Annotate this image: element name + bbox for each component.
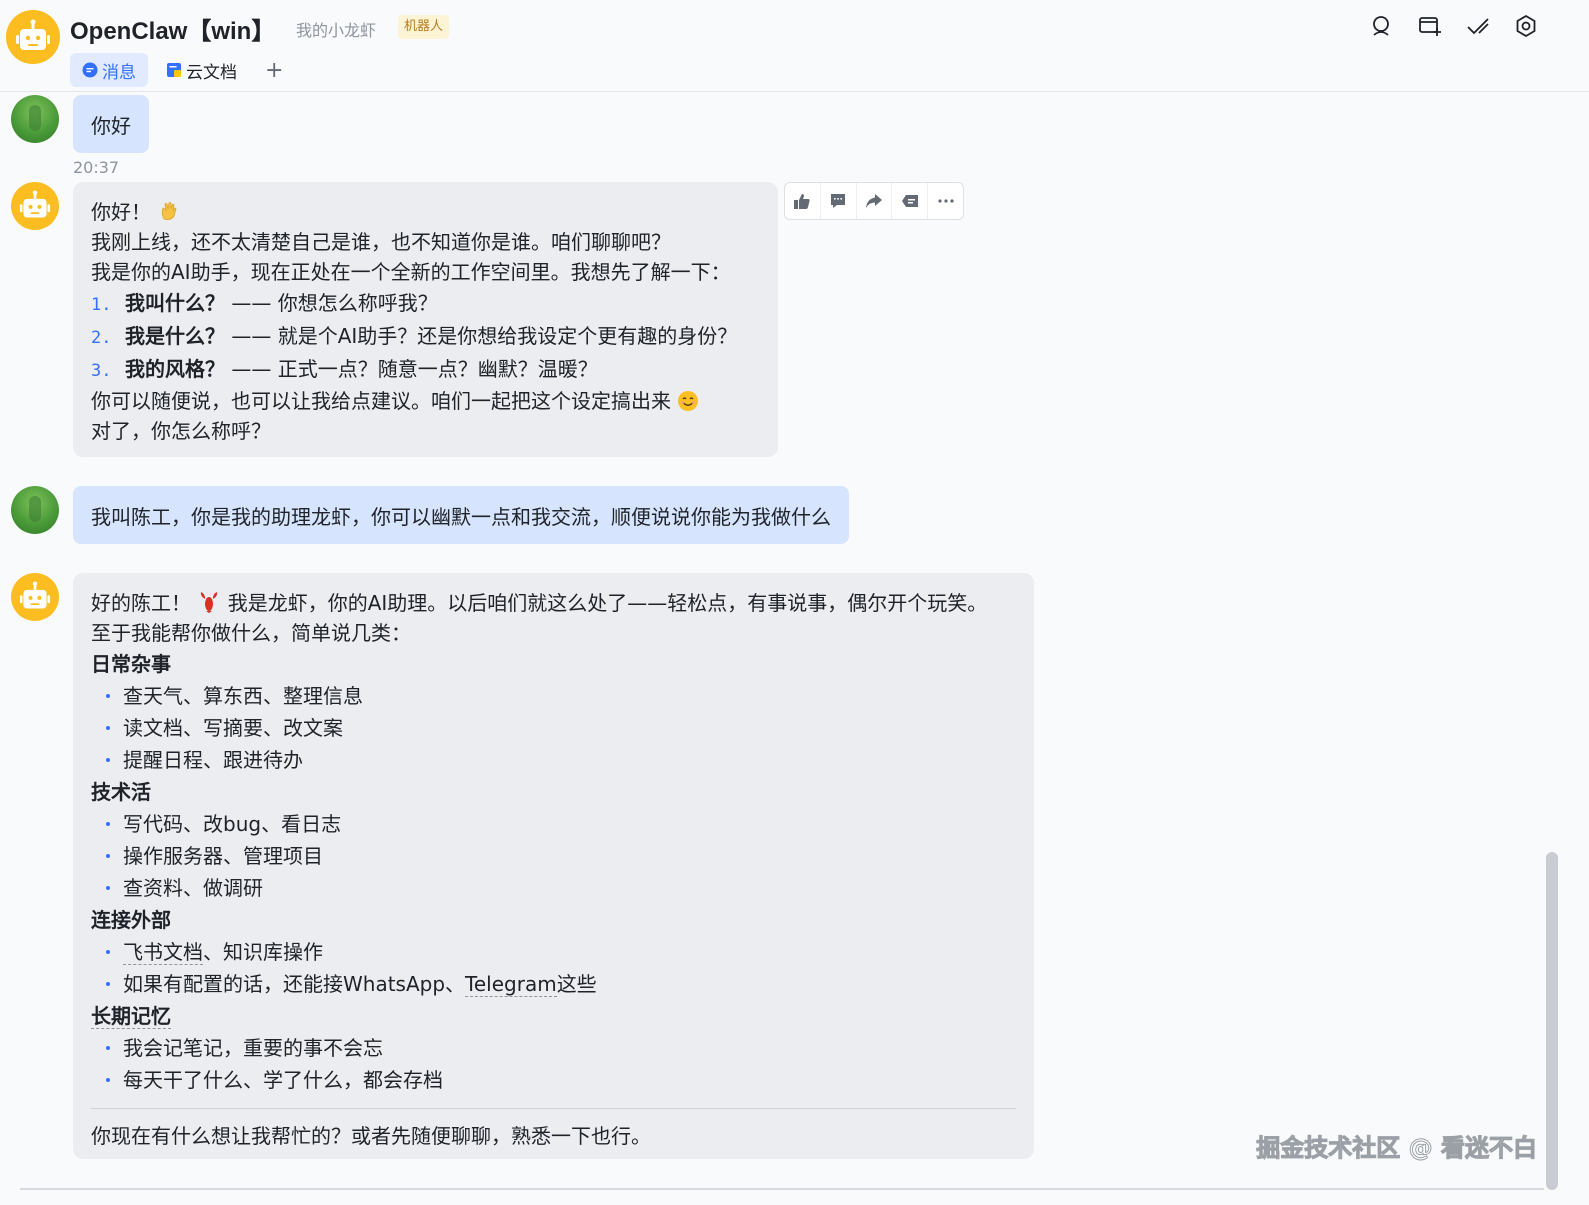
add-window-button[interactable] <box>1417 12 1443 40</box>
message-line: 对了，你怎么称呼？ <box>91 419 271 443</box>
user-avatar[interactable] <box>11 95 59 143</box>
check-edit-button[interactable] <box>1465 12 1491 40</box>
message-text: 好的陈工！ <box>91 591 191 615</box>
comment-button[interactable] <box>821 183 857 219</box>
list-item-text: 如果有配置的话，还能接WhatsApp、 <box>123 972 466 996</box>
bot-avatar[interactable] <box>6 10 60 64</box>
reply-icon <box>901 195 918 207</box>
divider <box>91 1108 1016 1109</box>
item-bold: 我叫什么？ <box>125 291 225 315</box>
watermark: 掘金技术社区 @ 看迷不白 <box>1256 1134 1538 1163</box>
message-action-toolbar <box>784 182 964 220</box>
divider <box>20 1188 1544 1190</box>
message-icon <box>82 62 98 78</box>
settings-button[interactable] <box>1513 12 1539 40</box>
comment-icon <box>831 194 846 208</box>
header-actions <box>1369 12 1539 40</box>
message-line: 你好！ <box>91 197 760 227</box>
numbered-item: 1. 我叫什么？ —— 你想怎么称呼我？ <box>91 287 760 320</box>
more-icon <box>937 199 954 203</box>
smile-emoji-icon <box>677 389 699 413</box>
check-edit-icon <box>1467 18 1489 35</box>
robot-icon <box>19 581 51 609</box>
item-number: 3. <box>91 361 112 381</box>
tab-cloud-docs[interactable]: 云文档 <box>154 53 249 87</box>
thumbs-up-icon <box>794 194 810 209</box>
item-text: —— 就是个AI助手？还是你想给我设定个更有趣的身份？ <box>231 324 738 348</box>
section-heading: 长期记忆 <box>91 1000 1016 1032</box>
list-item: 操作服务器、管理项目 <box>91 840 1016 872</box>
message-line: 你可以随便说，也可以让我给点建议。咱们一起把这个设定搞出来 <box>91 386 760 416</box>
chat-title[interactable]: OpenClaw【win】 <box>70 11 275 46</box>
item-bold: 我是什么？ <box>125 324 225 348</box>
gear-icon <box>1516 14 1536 38</box>
search-icon <box>1373 16 1389 36</box>
forward-button[interactable] <box>857 183 893 219</box>
section-heading-text: 长期记忆 <box>91 1004 171 1029</box>
forward-icon <box>865 194 882 208</box>
scrollbar[interactable] <box>1546 852 1558 1190</box>
item-number: 2. <box>91 328 112 348</box>
tab-label: 云文档 <box>186 62 237 83</box>
message-text: 我是龙虾，你的AI助理。以后咱们就这么处了——轻松点，有事说事，偶尔开个玩笑。 <box>227 591 988 615</box>
robot-icon <box>19 190 51 218</box>
user-avatar[interactable] <box>11 486 59 534</box>
bot-avatar[interactable] <box>11 573 59 621</box>
message-timestamp: 20:37 <box>73 158 120 177</box>
list-item: 飞书文档、知识库操作 <box>91 936 1016 968</box>
list-item: 提醒日程、跟进待办 <box>91 744 1016 776</box>
tab-messages[interactable]: 消息 <box>70 53 148 87</box>
chat-subtitle: 我的小龙虾 <box>296 21 377 40</box>
message-text: 我叫陈工，你是我的助理龙虾，你可以幽默一点和我交流，顺便说说你能为我做什么 <box>91 504 831 529</box>
list-item: 每天干了什么、学了什么，都会存档 <box>91 1064 1016 1096</box>
message-greeting: 你好！ <box>91 200 151 224</box>
item-text: —— 你想怎么称呼我？ <box>231 291 438 315</box>
doc-icon <box>167 63 181 77</box>
tab-label: 消息 <box>102 62 136 83</box>
reply-button[interactable] <box>892 183 929 219</box>
more-button[interactable] <box>928 183 963 219</box>
item-bold: 我的风格？ <box>125 357 225 381</box>
list-item: 查资料、做调研 <box>91 872 1016 904</box>
message-line: 你现在有什么想让我帮忙的？或者先随便聊聊，熟悉一下也行。 <box>91 1124 651 1148</box>
list-item: 查天气、算东西、整理信息 <box>91 680 1016 712</box>
list-item: 如果有配置的话，还能接WhatsApp、Telegram这些 <box>91 968 1016 1000</box>
add-tab-button[interactable]: + <box>255 58 293 83</box>
lobster-icon <box>197 591 227 615</box>
list-item-text: 、知识库操作 <box>203 940 323 964</box>
section-heading: 连接外部 <box>91 908 171 932</box>
message-line: 至于我能帮你做什么，简单说几类： <box>91 621 411 645</box>
bot-badge: 机器人 <box>398 15 450 39</box>
list-item-text: 这些 <box>556 972 597 996</box>
message-line: 我是你的AI助手，现在正处在一个全新的工作空间里。我想先了解一下： <box>91 260 731 284</box>
message-line: 我刚上线，还不太清楚自己是谁，也不知道你是谁。咱们聊聊吧？ <box>91 230 671 254</box>
user-message-bubble[interactable]: 你好 <box>73 95 149 153</box>
message-text: 你好 <box>91 113 131 138</box>
list-item: 我会记笔记，重要的事不会忘 <box>91 1032 1016 1064</box>
thumbs-up-button[interactable] <box>785 183 821 219</box>
chat-header: OpenClaw【win】 我的小龙虾 机器人 消息 云文档 + <box>0 0 1589 92</box>
numbered-item: 2. 我是什么？ —— 就是个AI助手？还是你想给我设定个更有趣的身份？ <box>91 320 760 353</box>
telegram-link[interactable]: Telegram <box>465 972 557 997</box>
bot-message-bubble[interactable]: 好的陈工！ 我是龙虾，你的AI助理。以后咱们就这么处了——轻松点，有事说事，偶尔… <box>73 573 1034 1159</box>
item-text: —— 正式一点？随意一点？幽默？温暖？ <box>231 357 598 381</box>
list-item: 写代码、改bug、看日志 <box>91 808 1016 840</box>
numbered-item: 3. 我的风格？ —— 正式一点？随意一点？幽默？温暖？ <box>91 353 760 386</box>
list-item: 读文档、写摘要、改文案 <box>91 712 1016 744</box>
section-heading: 技术活 <box>91 780 151 804</box>
message-text: 你可以随便说，也可以让我给点建议。咱们一起把这个设定搞出来 <box>91 389 671 413</box>
section-heading: 日常杂事 <box>91 652 171 676</box>
bot-avatar[interactable] <box>11 182 59 230</box>
item-number: 1. <box>91 295 112 315</box>
waving-hand-icon <box>157 200 181 224</box>
search-button[interactable] <box>1369 12 1395 40</box>
feishu-doc-link[interactable]: 飞书文档 <box>123 940 203 965</box>
bot-message-bubble[interactable]: 你好！ 我刚上线，还不太清楚自己是谁，也不知道你是谁。咱们聊聊吧？ 我是你的AI… <box>73 182 778 457</box>
robot-icon <box>16 19 50 50</box>
add-window-icon <box>1419 17 1441 36</box>
user-message-bubble[interactable]: 我叫陈工，你是我的助理龙虾，你可以幽默一点和我交流，顺便说说你能为我做什么 <box>73 486 849 544</box>
chat-tabs: 消息 云文档 + <box>70 52 293 88</box>
message-line: 好的陈工！ 我是龙虾，你的AI助理。以后咱们就这么处了——轻松点，有事说事，偶尔… <box>91 588 1016 618</box>
